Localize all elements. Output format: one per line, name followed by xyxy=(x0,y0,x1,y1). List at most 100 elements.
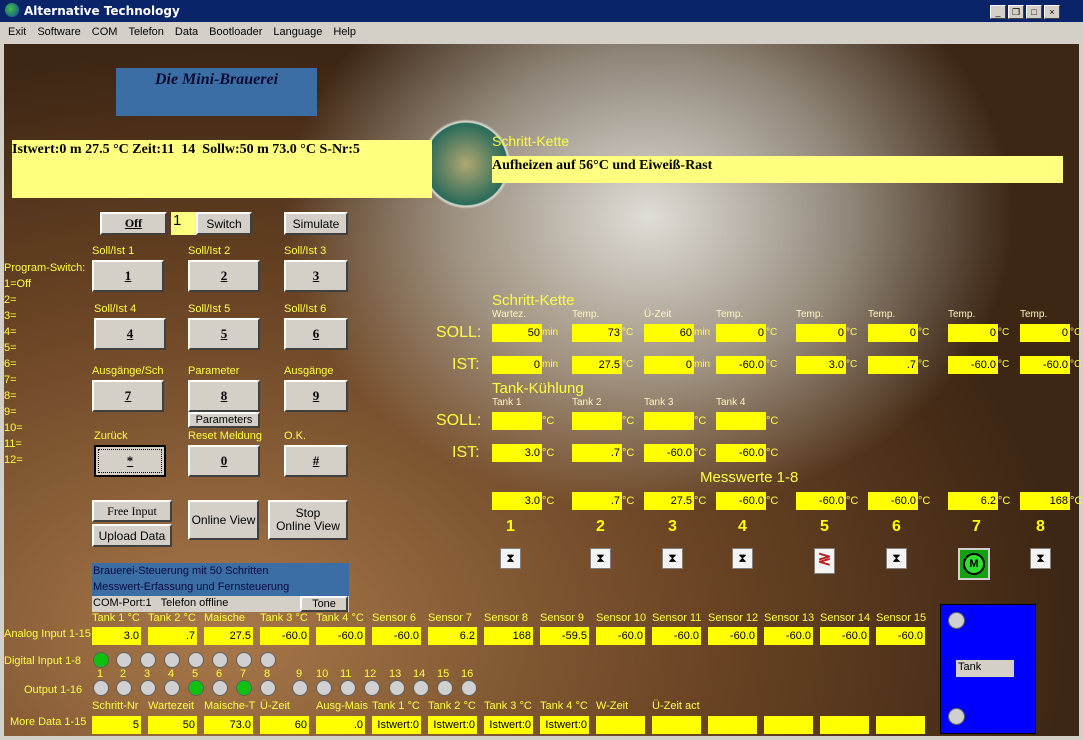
valve-icon[interactable]: ⧗ xyxy=(662,548,683,569)
upload-data-button[interactable]: Upload Data xyxy=(92,524,172,547)
digital-input-led xyxy=(116,652,132,668)
unit-label: °C xyxy=(766,495,779,507)
menu-language[interactable]: Language xyxy=(273,26,322,38)
more-data-name: Tank 4 °C xyxy=(540,700,588,712)
output-led[interactable] xyxy=(212,680,228,696)
valve-icon[interactable]: ⧗ xyxy=(732,548,753,569)
simulate-button[interactable]: Simulate xyxy=(284,212,348,235)
output-led[interactable] xyxy=(236,680,252,696)
keypad-key-2[interactable]: 2 xyxy=(188,260,260,292)
parameters-button[interactable]: Parameters xyxy=(188,412,260,428)
menu-exit[interactable]: Exit xyxy=(8,26,26,38)
schritt-soll-field[interactable]: 0 xyxy=(796,324,846,342)
tank-soll-field[interactable] xyxy=(492,412,542,430)
free-input-button[interactable]: Free Input xyxy=(92,500,172,522)
output-number-label: 15 xyxy=(437,668,450,680)
tank-soll-field[interactable] xyxy=(716,412,766,430)
menu-help[interactable]: Help xyxy=(333,26,356,38)
program-switch-line: 1=Off xyxy=(4,278,32,290)
output-led[interactable] xyxy=(292,680,308,696)
menu-data[interactable]: Data xyxy=(175,26,198,38)
keypad-key-5[interactable]: 5 xyxy=(188,318,260,350)
unit-label: °C xyxy=(694,415,707,427)
program-switch-line: Program-Switch: xyxy=(4,262,86,274)
keypad-key-7[interactable]: 7 xyxy=(92,380,164,412)
analog-name: Sensor 9 xyxy=(540,612,585,624)
tone-button[interactable]: Tone xyxy=(300,596,348,612)
tank-cooling-title: Tank-Kühlung xyxy=(492,380,584,397)
output-led[interactable] xyxy=(116,680,132,696)
schritt-column-label: Wartez. xyxy=(492,309,527,320)
tank-column-label: Tank 4 xyxy=(716,397,746,408)
valve-icon[interactable]: ⧗ xyxy=(886,548,907,569)
output-led[interactable] xyxy=(364,680,380,696)
schritt-soll-field[interactable]: 60 xyxy=(644,324,694,342)
schritt-ist-field: 3.0 xyxy=(796,356,846,374)
more-data-name: Schritt-Nr xyxy=(92,700,139,712)
output-led[interactable] xyxy=(340,680,356,696)
valve-icon[interactable]: ⧗ xyxy=(590,548,611,569)
valve-icon[interactable]: ⧗ xyxy=(500,548,521,569)
output-led[interactable] xyxy=(316,680,332,696)
output-led[interactable] xyxy=(260,680,276,696)
keypad-key-1[interactable]: 1 xyxy=(92,260,164,292)
menu-com[interactable]: COM xyxy=(92,26,118,38)
output-led[interactable] xyxy=(461,680,477,696)
restore-button[interactable]: ❐ xyxy=(1008,5,1024,19)
unit-label: °C xyxy=(1070,327,1082,338)
off-button[interactable]: Off xyxy=(100,212,167,235)
heater-icon[interactable]: ≷ xyxy=(814,548,835,574)
keypad-label: Soll/Ist 5 xyxy=(188,303,231,315)
valve-icon[interactable]: ⧗ xyxy=(1030,548,1051,569)
output-led[interactable] xyxy=(389,680,405,696)
switch-value[interactable]: 1 xyxy=(171,212,196,235)
motor-icon[interactable]: M xyxy=(958,548,990,580)
tank-soll-field[interactable] xyxy=(572,412,622,430)
schritt-soll-field[interactable]: 73 xyxy=(572,324,622,342)
output-led[interactable] xyxy=(93,680,109,696)
minimize-button[interactable]: _ xyxy=(990,5,1006,19)
analog-value: -60.0 xyxy=(316,627,365,645)
analog-value: 3.0 xyxy=(92,627,141,645)
tank-soll-field[interactable] xyxy=(644,412,694,430)
keypad-key-6[interactable]: 6 xyxy=(284,318,348,350)
output-number-label: 3 xyxy=(144,668,151,680)
menu-telefon[interactable]: Telefon xyxy=(128,26,163,38)
online-view-button[interactable]: Online View xyxy=(188,500,259,540)
keypad-key-*[interactable]: * xyxy=(94,445,166,477)
keypad-key-8[interactable]: 8 xyxy=(188,380,260,412)
output-led[interactable] xyxy=(188,680,204,696)
schritt-soll-field[interactable]: 50 xyxy=(492,324,542,342)
output-number: 6 xyxy=(892,518,901,535)
keypad-label: Soll/Ist 2 xyxy=(188,245,231,257)
schritt-soll-field[interactable]: 0 xyxy=(716,324,766,342)
keypad-key-3[interactable]: 3 xyxy=(284,260,348,292)
stop-online-view-button[interactable]: Stop Online View xyxy=(268,500,348,540)
close-button[interactable]: × xyxy=(1044,5,1060,19)
output-led[interactable] xyxy=(413,680,429,696)
program-switch-line: 12= xyxy=(4,454,23,466)
keypad-key-4[interactable]: 4 xyxy=(94,318,166,350)
keypad-label: Soll/Ist 3 xyxy=(284,245,327,257)
schritt-soll-field[interactable]: 0 xyxy=(948,324,998,342)
output-led[interactable] xyxy=(164,680,180,696)
schritt-soll-field[interactable]: 0 xyxy=(868,324,918,342)
program-switch-line: 8= xyxy=(4,390,17,402)
output-led[interactable] xyxy=(140,680,156,696)
analog-name: Sensor 10 xyxy=(596,612,647,624)
maximize-button[interactable]: □ xyxy=(1026,5,1042,19)
menu-software[interactable]: Software xyxy=(37,26,80,38)
switch-button[interactable]: Switch xyxy=(196,212,252,235)
menu-bootloader[interactable]: Bootloader xyxy=(209,26,262,38)
output-label: Output 1-16 xyxy=(24,684,83,696)
analog-value: 6.2 xyxy=(428,627,477,645)
info-line-2: Messwert-Erfassung und Fernsteuerung xyxy=(93,581,290,593)
output-led[interactable] xyxy=(437,680,453,696)
keypad-key-0[interactable]: 0 xyxy=(188,445,260,477)
keypad-key-#[interactable]: # xyxy=(284,445,348,477)
measurement-field: 3.0 xyxy=(492,492,542,510)
more-data-name: Maische-T xyxy=(204,700,256,712)
schritt-soll-field[interactable]: 0 xyxy=(1020,324,1070,342)
keypad-key-9[interactable]: 9 xyxy=(284,380,348,412)
output-number-label: 5 xyxy=(192,668,199,680)
